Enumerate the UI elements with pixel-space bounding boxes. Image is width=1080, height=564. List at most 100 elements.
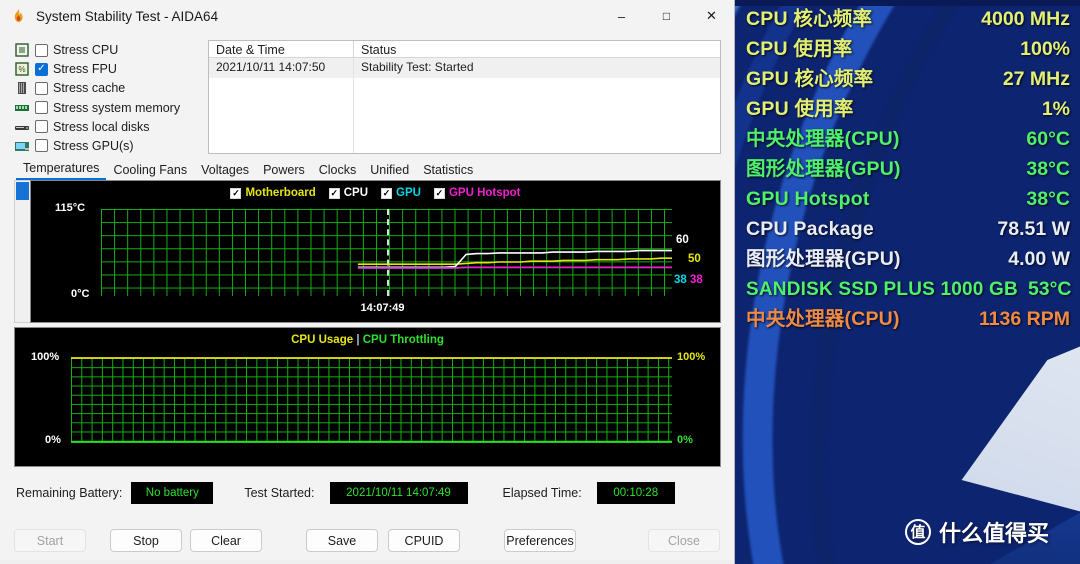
window-controls: – □ ✕	[599, 0, 734, 32]
osd-label: GPU 核心频率	[746, 68, 874, 90]
close-window-button[interactable]: ✕	[689, 0, 734, 32]
watermark-badge-icon: 值	[905, 519, 931, 545]
button-bar: Start Stop Clear Save CPUID Preferences Close	[0, 529, 734, 564]
osd-row: SANDISK SSD PLUS 1000 GB 53°C	[746, 274, 1072, 304]
tab-cooling-fans[interactable]: Cooling Fans	[106, 161, 194, 180]
stress-option-checkbox[interactable]	[35, 101, 48, 115]
cache-icon	[14, 81, 30, 95]
stress-option-row[interactable]: % Stress FPU	[14, 61, 198, 77]
stress-option-checkbox[interactable]	[35, 120, 48, 134]
osd-row: 图形处理器(GPU) 4.00 W	[746, 244, 1070, 274]
legend-checkbox[interactable]: ✓	[381, 187, 393, 199]
log-table-header: Date & Time Status	[209, 41, 720, 58]
maximize-button[interactable]: □	[644, 0, 689, 32]
cpu-usage-plot-grid	[71, 358, 672, 442]
legend-item-gpu[interactable]: ✓ GPU	[381, 187, 421, 199]
tab-powers[interactable]: Powers	[256, 161, 312, 180]
osd-value: 1%	[1041, 98, 1070, 120]
osd-row: GPU Hotspot 38°C	[746, 184, 1070, 214]
legend-item-motherboard[interactable]: ✓ Motherboard	[230, 187, 316, 199]
temperatures-chart-legend: ✓ Motherboard ✓ CPU ✓ GPU ✓ GPU Hotspot	[31, 187, 720, 199]
stress-option-checkbox[interactable]	[35, 43, 48, 57]
cpu-usage-legend-label[interactable]: CPU Usage	[291, 334, 353, 346]
stress-options-list: Stress CPU% Stress FPU Stress cache Stress …	[14, 40, 198, 154]
temperatures-chart[interactable]: ✓ Motherboard ✓ CPU ✓ GPU ✓ GPU Hotspot 115°C 0°…	[30, 180, 721, 323]
tab-voltages[interactable]: Voltages	[194, 161, 256, 180]
legend-checkbox[interactable]: ✓	[433, 187, 445, 199]
stress-option-row[interactable]: Stress system memory	[14, 100, 198, 116]
memory-dimm-icon	[14, 101, 30, 115]
charts-area: ✓ Motherboard ✓ CPU ✓ GPU ✓ GPU Hotspot 115°C 0°…	[0, 180, 734, 467]
osd-row: 图形处理器(GPU) 38°C	[746, 154, 1070, 184]
stress-option-label: Stress local disks	[53, 119, 150, 134]
temp-chart-time-marker	[386, 209, 389, 296]
chart-vertical-scrollbar[interactable]	[14, 180, 30, 323]
title-bar: System Stability Test - AIDA64 – □ ✕	[0, 0, 734, 32]
watermark-text: 什么值得买	[939, 521, 1050, 546]
aida64-osd-panel: CPU 核心频率 4000 MHz CPU 使用率 100% GPU 核心频率 27 MH…	[740, 2, 1078, 336]
gpu-card-icon	[14, 139, 30, 153]
osd-label: SANDISK SSD PLUS 1000 GB	[746, 279, 1018, 300]
cpu-chip-icon	[14, 43, 30, 57]
elapsed-time-label: Elapsed Time:	[502, 486, 582, 500]
legend-label: CPU	[343, 187, 369, 199]
stress-option-label: Stress FPU	[53, 62, 117, 77]
title-separator: |	[356, 334, 360, 346]
tab-temperatures[interactable]: Temperatures	[16, 159, 107, 180]
stress-option-row[interactable]: Stress CPU	[14, 42, 198, 58]
osd-label: 图形处理器(GPU)	[746, 158, 901, 180]
save-button[interactable]: Save	[306, 529, 378, 552]
clear-button[interactable]: Clear	[190, 529, 262, 552]
preferences-button[interactable]: Preferences	[504, 529, 576, 552]
osd-value: 27 MHz	[1002, 68, 1070, 90]
temp-current-value-motherboard: 50	[688, 253, 701, 266]
osd-value: 53°C	[1027, 278, 1072, 300]
legend-checkbox[interactable]: ✓	[230, 187, 242, 199]
osd-label: 图形处理器(GPU)	[746, 248, 901, 270]
tab-unified[interactable]: Unified	[363, 161, 416, 180]
legend-item-cpu[interactable]: ✓ CPU	[328, 187, 369, 199]
close-button: Close	[648, 529, 720, 552]
cpu-throttling-legend-label[interactable]: CPU Throttling	[363, 334, 444, 346]
stress-option-row[interactable]: Stress cache	[14, 80, 198, 96]
legend-label: Motherboard	[245, 187, 316, 199]
legend-label: GPU Hotspot	[448, 187, 521, 199]
tab-statistics[interactable]: Statistics	[416, 161, 480, 180]
stress-option-checkbox[interactable]	[35, 62, 48, 76]
minimize-button[interactable]: –	[599, 0, 644, 32]
fpu-percent-icon: %	[14, 62, 30, 76]
osd-value: 1136 RPM	[978, 308, 1070, 330]
osd-label: CPU Package	[746, 218, 874, 240]
stop-button[interactable]: Stop	[110, 529, 182, 552]
cpu-usage-chart[interactable]: CPU Usage | CPU Throttling 100% 0% 100% 0%	[14, 327, 721, 467]
tab-clocks[interactable]: Clocks	[312, 161, 364, 180]
cpuid-button[interactable]: CPUID	[388, 529, 460, 552]
legend-checkbox[interactable]: ✓	[328, 187, 340, 199]
hard-disk-icon	[14, 120, 30, 134]
log-table-body: 2021/10/11 14:07:50 Stability Test: Start…	[209, 58, 720, 153]
window-bottom-edge	[0, 560, 734, 564]
test-started-label: Test Started:	[244, 486, 315, 500]
stress-option-row[interactable]: Stress local disks	[14, 119, 198, 135]
table-row-empty	[209, 118, 720, 138]
osd-label: CPU 使用率	[746, 38, 853, 60]
stress-option-checkbox[interactable]	[35, 139, 48, 153]
osd-label: GPU Hotspot	[746, 188, 870, 210]
scrollbar-thumb[interactable]	[16, 182, 29, 200]
status-strip: Remaining Battery: No battery Test Start…	[0, 467, 734, 509]
osd-value: 4.00 W	[1008, 248, 1070, 270]
stress-option-checkbox[interactable]	[35, 81, 48, 95]
osd-label: CPU 核心频率	[746, 8, 873, 30]
window-body: Stress CPU% Stress FPU Stress cache Stress …	[0, 32, 734, 564]
test-started-value: 2021/10/11 14:07:49	[329, 482, 468, 504]
stress-option-row[interactable]: Stress GPU(s)	[14, 138, 198, 154]
table-row[interactable]: 2021/10/11 14:07:50 Stability Test: Start…	[209, 58, 720, 78]
log-table[interactable]: Date & Time Status 2021/10/11 14:07:50 St…	[208, 40, 721, 154]
cpu-usage-axis-min-label-right: 0%	[677, 434, 693, 446]
osd-row: 中央处理器(CPU) 60°C	[746, 124, 1070, 154]
legend-item-gpu-hotspot[interactable]: ✓ GPU Hotspot	[433, 187, 521, 199]
osd-value: 4000 MHz	[981, 8, 1070, 30]
stress-option-label: Stress cache	[53, 81, 126, 96]
temp-axis-min-label: 0°C	[71, 288, 90, 300]
osd-value: 78.51 W	[997, 218, 1070, 240]
